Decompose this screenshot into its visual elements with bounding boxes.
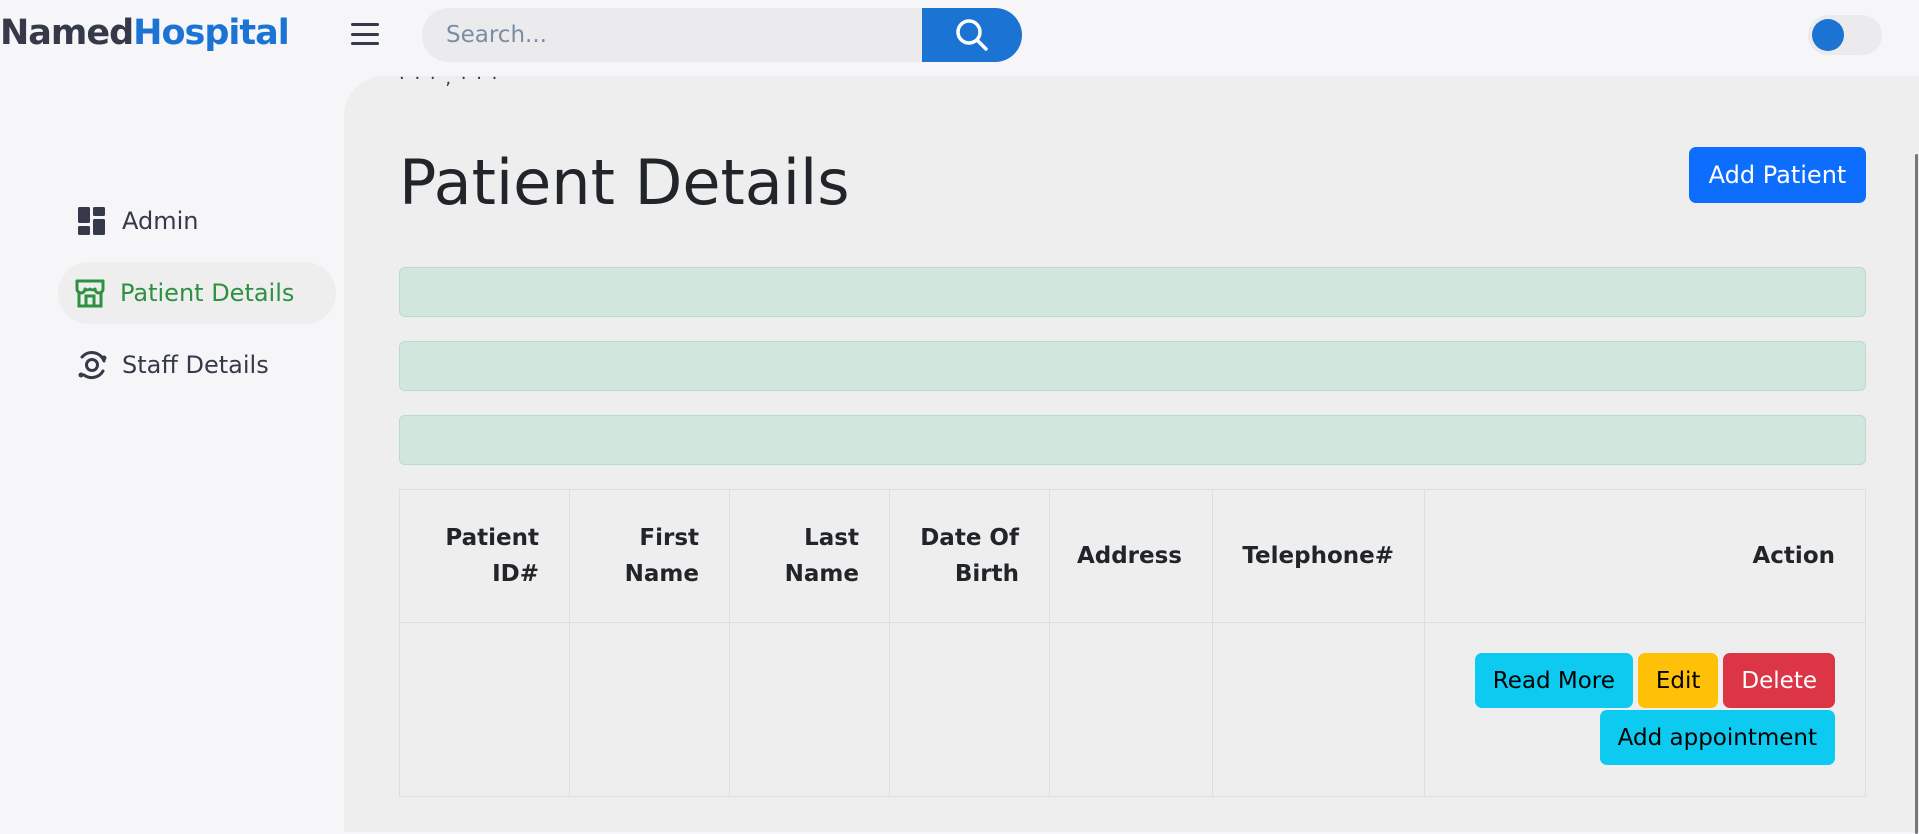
scrollbar[interactable] — [1915, 154, 1918, 834]
column-header-address: Address — [1049, 489, 1213, 623]
column-header-date-of-birth: Date Of Birth — [889, 489, 1050, 623]
column-header-first-name: First Name — [569, 489, 730, 623]
add-patient-button[interactable]: Add Patient — [1689, 147, 1866, 203]
storefront-icon — [74, 277, 106, 309]
theme-toggle-knob — [1812, 19, 1844, 51]
search-button[interactable] — [922, 8, 1022, 62]
edit-button[interactable]: Edit — [1637, 653, 1719, 708]
page-title: Patient Details — [399, 146, 850, 219]
add-appointment-button[interactable]: Add appointment — [1599, 710, 1835, 765]
table-cell — [889, 622, 1050, 797]
column-header-last-name: Last Name — [729, 489, 890, 623]
table-cell-actions: Read More Edit Delete Add appointment — [1424, 622, 1866, 797]
sidebar-item-label: Admin — [122, 207, 199, 235]
column-header-patient-id: Patient ID# — [399, 489, 570, 623]
search-icon — [956, 19, 988, 51]
brand-logo[interactable]: NamedHospital — [0, 13, 290, 53]
brand-name-part2: Hospital — [133, 13, 290, 53]
patient-table: Patient ID# First Name Last Name Date Of Bir… — [399, 489, 1866, 797]
table-cell — [1049, 622, 1213, 797]
menu-icon-bar — [351, 42, 379, 45]
menu-icon-bar — [351, 32, 379, 36]
hamburger-menu-button[interactable] — [349, 20, 381, 48]
sidebar-item-patient-details[interactable]: Patient Details — [58, 262, 336, 324]
table-cell — [729, 622, 890, 797]
dashboard-icon — [76, 205, 108, 237]
table-cell — [1212, 622, 1425, 797]
table-header-row: Patient ID# First Name Last Name Date Of Bir… — [399, 489, 1866, 623]
table-cell — [569, 622, 730, 797]
orbit-icon — [76, 349, 108, 381]
search-bar — [422, 8, 1022, 62]
breadcrumb: · · · , · · · — [399, 68, 500, 89]
column-header-telephone: Telephone# — [1212, 489, 1425, 623]
sidebar-item-label: Patient Details — [120, 279, 295, 307]
column-header-action: Action — [1424, 489, 1866, 623]
table-row: Read More Edit Delete Add appointment — [399, 622, 1866, 797]
main-content: · · · , · · · Patient Details Add Patien… — [344, 68, 1919, 834]
sidebar: Admin Patient Details Staff Details — [58, 190, 345, 406]
table-cell — [399, 622, 570, 797]
read-more-button[interactable]: Read More — [1474, 653, 1633, 708]
success-alert — [399, 415, 1866, 465]
success-alert — [399, 341, 1866, 391]
search-input[interactable] — [422, 8, 922, 62]
success-alert — [399, 267, 1866, 317]
brand-name-part1: Named — [0, 13, 134, 53]
top-navbar: NamedHospital — [0, 0, 1919, 72]
menu-icon-bar — [351, 23, 379, 26]
sidebar-item-admin[interactable]: Admin — [60, 190, 345, 252]
delete-button[interactable]: Delete — [1723, 653, 1835, 708]
theme-toggle[interactable] — [1808, 15, 1882, 55]
sidebar-item-label: Staff Details — [122, 351, 269, 379]
sidebar-item-staff-details[interactable]: Staff Details — [60, 334, 345, 396]
